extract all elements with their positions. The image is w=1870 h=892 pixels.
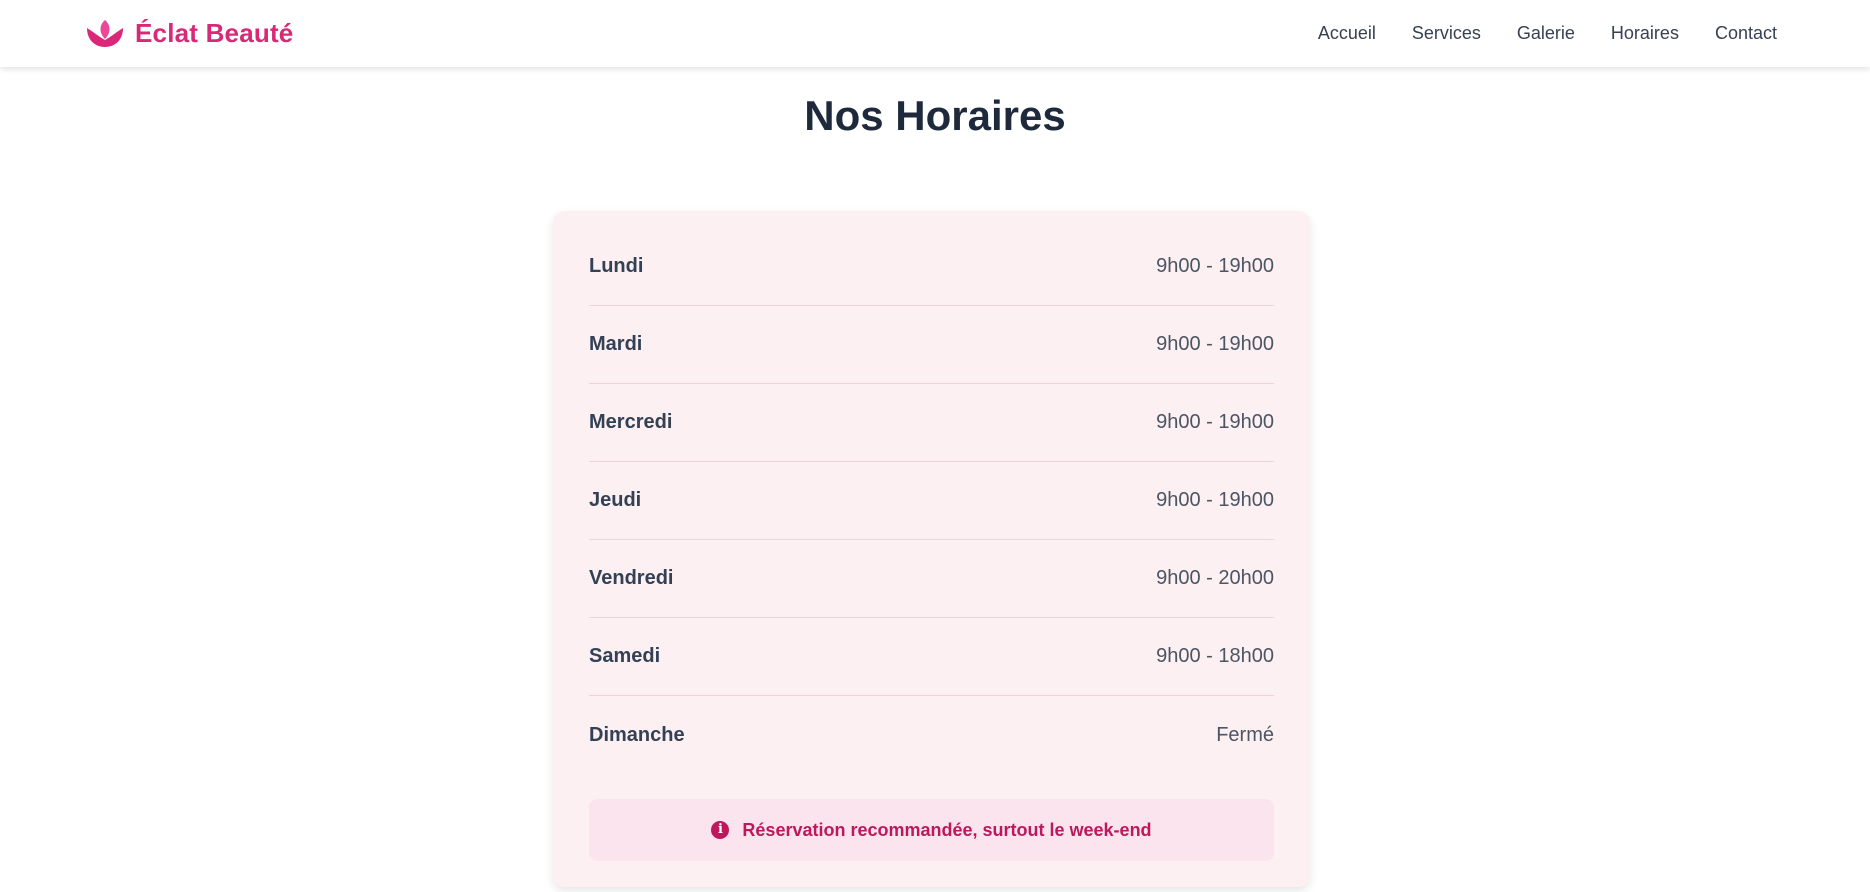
main-nav: Accueil Services Galerie Horaires Contac… xyxy=(1318,23,1777,44)
time-value: 9h00 - 19h00 xyxy=(1156,489,1274,511)
hours-row-vendredi: Vendredi 9h00 - 20h00 xyxy=(589,540,1274,618)
day-label: Samedi xyxy=(589,645,661,667)
brand-logo-link[interactable]: Éclat Beauté xyxy=(85,18,293,50)
hours-row-lundi: Lundi 9h00 - 19h00 xyxy=(589,228,1274,306)
hours-row-dimanche: Dimanche Fermé xyxy=(589,696,1274,774)
nav-link-galerie[interactable]: Galerie xyxy=(1517,23,1575,44)
reservation-notice: i Réservation recommandée, surtout le we… xyxy=(589,799,1274,861)
navbar: Éclat Beauté Accueil Services Galerie Ho… xyxy=(0,0,1870,67)
nav-link-contact[interactable]: Contact xyxy=(1715,23,1777,44)
hours-row-jeudi: Jeudi 9h00 - 19h00 xyxy=(589,462,1274,540)
lotus-icon xyxy=(87,19,123,47)
day-label: Lundi xyxy=(589,255,644,277)
time-value: 9h00 - 19h00 xyxy=(1156,411,1274,433)
hours-row-mercredi: Mercredi 9h00 - 19h00 xyxy=(589,384,1274,462)
hours-row-mardi: Mardi 9h00 - 19h00 xyxy=(589,306,1274,384)
hours-row-samedi: Samedi 9h00 - 18h00 xyxy=(589,618,1274,696)
time-value: Fermé xyxy=(1216,723,1274,746)
info-icon: i xyxy=(711,821,730,839)
day-label: Mardi xyxy=(589,333,643,355)
hours-card: Lundi 9h00 - 19h00 Mardi 9h00 - 19h00 Me… xyxy=(553,211,1310,887)
day-label: Mercredi xyxy=(589,411,673,433)
time-value: 9h00 - 19h00 xyxy=(1156,255,1274,277)
brand-name: Éclat Beauté xyxy=(135,18,294,48)
nav-link-services[interactable]: Services xyxy=(1412,23,1481,44)
day-label: Dimanche xyxy=(589,723,685,746)
notice-text: Réservation recommandée, surtout le week… xyxy=(742,819,1152,840)
nav-link-accueil[interactable]: Accueil xyxy=(1318,23,1376,44)
page-title: Nos Horaires xyxy=(804,92,1066,139)
day-label: Vendredi xyxy=(589,567,674,589)
day-label: Jeudi xyxy=(589,489,642,511)
nav-link-horaires[interactable]: Horaires xyxy=(1611,23,1679,44)
time-value: 9h00 - 18h00 xyxy=(1156,645,1274,667)
time-value: 9h00 - 20h00 xyxy=(1156,567,1274,589)
time-value: 9h00 - 19h00 xyxy=(1156,333,1274,355)
